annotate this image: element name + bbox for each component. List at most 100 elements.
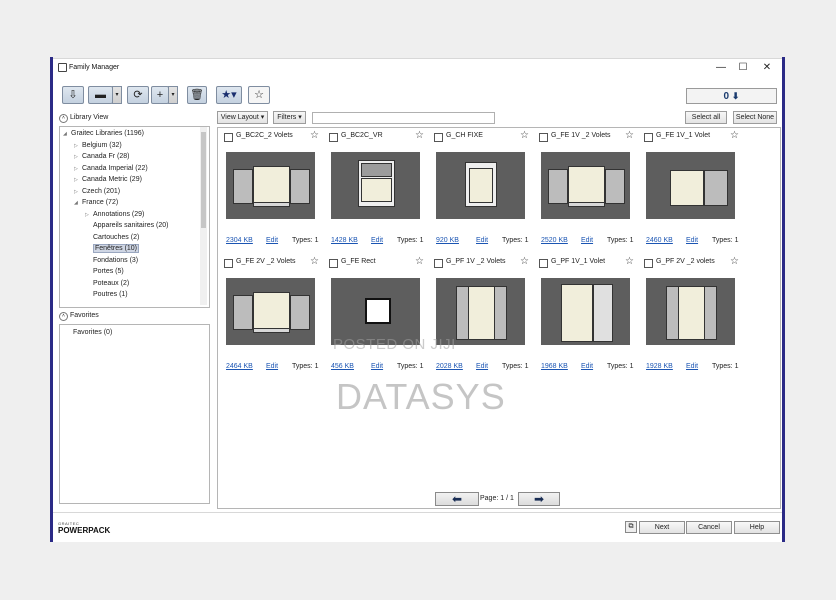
file-size-link[interactable]: 1428 KB xyxy=(331,237,358,244)
collapsed-icon[interactable]: ▷ xyxy=(74,166,82,172)
edit-link[interactable]: Edit xyxy=(476,363,488,370)
favorite-star-icon[interactable]: ☆ xyxy=(415,256,424,267)
family-thumbnail[interactable] xyxy=(226,278,315,345)
tree-item[interactable]: ▷ Canada Imperial (22) xyxy=(74,165,148,172)
family-card[interactable]: G_FE 1V _2 Volets ☆ 2520 KB Edit Types: 1 xyxy=(536,130,637,248)
open-folder-button[interactable]: ▬ xyxy=(88,86,113,104)
edit-link[interactable]: Edit xyxy=(371,363,383,370)
family-card[interactable]: G_PF 1V _2 Volets ☆ 2028 KB Edit Types: 1 xyxy=(431,256,532,374)
load-family-button[interactable]: ⇩ xyxy=(62,86,84,104)
card-checkbox[interactable] xyxy=(434,133,443,142)
file-size-link[interactable]: 2460 KB xyxy=(646,237,673,244)
family-thumbnail[interactable] xyxy=(646,152,735,219)
card-checkbox[interactable] xyxy=(539,133,548,142)
favorite-star-icon[interactable]: ☆ xyxy=(730,130,739,141)
tree-item[interactable]: Fondations (3) xyxy=(85,257,138,264)
delete-button[interactable]: 🗑 xyxy=(187,86,207,104)
file-size-link[interactable]: 1928 KB xyxy=(646,363,673,370)
tree-item[interactable]: ▷ Czech (201) xyxy=(74,188,120,195)
prev-page-button[interactable]: ⬅ xyxy=(435,492,479,506)
tree-item[interactable]: Appareils sanitaires (20) xyxy=(85,222,168,229)
card-checkbox[interactable] xyxy=(644,133,653,142)
file-size-link[interactable]: 1968 KB xyxy=(541,363,568,370)
collapsed-icon[interactable]: ▷ xyxy=(74,154,82,160)
minimize-button[interactable]: — xyxy=(711,61,731,75)
maximize-button[interactable]: ☐ xyxy=(733,61,753,75)
tree-item[interactable]: Poteaux (2) xyxy=(85,280,129,287)
open-folder-dropdown[interactable]: ▾ xyxy=(112,86,122,104)
family-thumbnail[interactable] xyxy=(331,152,420,219)
family-card[interactable]: G_BC2C_2 Volets ☆ 2304 KB Edit Types: 1 xyxy=(221,130,322,248)
edit-link[interactable]: Edit xyxy=(581,237,593,244)
card-checkbox[interactable] xyxy=(329,133,338,142)
favorite-star-icon[interactable]: ☆ xyxy=(730,256,739,267)
favorite-star-icon[interactable]: ☆ xyxy=(415,130,424,141)
tree-item[interactable]: Cartouches (2) xyxy=(85,234,139,241)
expanded-icon[interactable]: ◢ xyxy=(63,131,71,137)
refresh-button[interactable]: ⟳ xyxy=(127,86,149,104)
cancel-button[interactable]: Cancel xyxy=(686,521,732,534)
family-card[interactable]: G_PF 2V _2 volets ☆ 1928 KB Edit Types: 1 xyxy=(641,256,742,374)
close-button[interactable]: ✕ xyxy=(757,61,777,75)
add-button[interactable]: + xyxy=(151,86,169,104)
card-checkbox[interactable] xyxy=(329,259,338,268)
tree-item[interactable]: Fenêtres (10) xyxy=(85,244,140,253)
add-dropdown[interactable]: ▾ xyxy=(168,86,178,104)
family-card[interactable]: G_BC2C_VR ☆ 1428 KB Edit Types: 1 xyxy=(326,130,427,248)
file-size-link[interactable]: 456 KB xyxy=(331,363,354,370)
tree-scroll-thumb[interactable] xyxy=(201,132,206,228)
favorite-star-icon[interactable]: ☆ xyxy=(625,130,634,141)
favorites-item[interactable]: Favorites (0) xyxy=(73,329,112,336)
collapsed-icon[interactable]: ▷ xyxy=(74,189,82,195)
family-card[interactable]: G_FE 2V _2 Volets ☆ 2464 KB Edit Types: 1 xyxy=(221,256,322,374)
next-button[interactable]: Next xyxy=(639,521,685,534)
tree-item[interactable]: Portes (5) xyxy=(85,268,124,275)
favorite-star-icon[interactable]: ☆ xyxy=(520,256,529,267)
favorite-star-icon[interactable]: ☆ xyxy=(310,130,319,141)
view-layout-dropdown[interactable]: View Layout ▾ xyxy=(217,111,268,124)
tree-item[interactable]: ◢ Graitec Libraries (1196) xyxy=(63,130,144,137)
tree-item[interactable]: ▷ Canada Fr (28) xyxy=(74,153,129,160)
edit-link[interactable]: Edit xyxy=(581,363,593,370)
family-card[interactable]: G_PF 1V_1 Volet ☆ 1968 KB Edit Types: 1 xyxy=(536,256,637,374)
edit-link[interactable]: Edit xyxy=(686,363,698,370)
filters-dropdown[interactable]: Filters ▾ xyxy=(273,111,306,124)
file-size-link[interactable]: 2464 KB xyxy=(226,363,253,370)
file-size-link[interactable]: 2304 KB xyxy=(226,237,253,244)
tree-item[interactable]: Poutres (1) xyxy=(85,291,128,298)
collapsed-icon[interactable]: ▷ xyxy=(74,143,82,149)
select-none-button[interactable]: Select None xyxy=(733,111,777,124)
add-favorite-button[interactable]: ☆ xyxy=(248,86,270,104)
edit-link[interactable]: Edit xyxy=(266,237,278,244)
edit-link[interactable]: Edit xyxy=(266,363,278,370)
family-thumbnail[interactable] xyxy=(541,278,630,345)
edit-link[interactable]: Edit xyxy=(686,237,698,244)
file-size-link[interactable]: 2520 KB xyxy=(541,237,568,244)
family-card[interactable]: G_FE 1V_1 Volet ☆ 2460 KB Edit Types: 1 xyxy=(641,130,742,248)
tree-item[interactable]: ◢ France (72) xyxy=(74,199,118,206)
family-thumbnail[interactable] xyxy=(331,278,420,345)
cart-counter[interactable]: 0 ⬇ xyxy=(686,88,777,104)
card-checkbox[interactable] xyxy=(539,259,548,268)
family-thumbnail[interactable] xyxy=(226,152,315,219)
card-checkbox[interactable] xyxy=(434,259,443,268)
family-card[interactable]: G_FE Rect ☆ 456 KB Edit Types: 1 xyxy=(326,256,427,374)
favorite-star-icon[interactable]: ☆ xyxy=(520,130,529,141)
search-input[interactable] xyxy=(312,112,495,124)
file-size-link[interactable]: 2028 KB xyxy=(436,363,463,370)
card-checkbox[interactable] xyxy=(644,259,653,268)
help-button[interactable]: Help xyxy=(734,521,780,534)
favorite-star-icon[interactable]: ☆ xyxy=(310,256,319,267)
family-thumbnail[interactable] xyxy=(436,278,525,345)
tree-item[interactable]: ▷ Belgium (32) xyxy=(74,142,122,149)
family-thumbnail[interactable] xyxy=(436,152,525,219)
next-page-button[interactable]: ➡ xyxy=(518,492,560,506)
family-thumbnail[interactable] xyxy=(541,152,630,219)
family-card[interactable]: G_CH FIXE ☆ 920 KB Edit Types: 1 xyxy=(431,130,532,248)
favorite-star-icon[interactable]: ☆ xyxy=(625,256,634,267)
edit-link[interactable]: Edit xyxy=(371,237,383,244)
card-checkbox[interactable] xyxy=(224,259,233,268)
card-checkbox[interactable] xyxy=(224,133,233,142)
tree-item[interactable]: ▷ Annotations (29) xyxy=(85,211,144,218)
file-size-link[interactable]: 920 KB xyxy=(436,237,459,244)
